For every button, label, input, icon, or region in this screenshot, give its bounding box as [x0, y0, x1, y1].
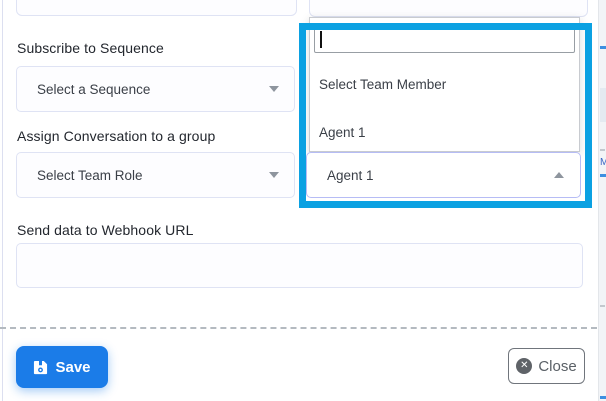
team-role-select[interactable]: Select Team Role [16, 152, 295, 198]
panel-left-edge [2, 0, 3, 401]
background-fragment [600, 149, 605, 151]
background-fragment [600, 396, 606, 399]
team-role-select-value: Select Team Role [37, 168, 143, 183]
background-fragment [600, 88, 606, 122]
sequence-select[interactable]: Select a Sequence [16, 66, 295, 112]
subscribe-sequence-label: Subscribe to Sequence [17, 40, 164, 56]
background-fragment [600, 46, 606, 49]
assign-group-label: Assign Conversation to a group [17, 128, 215, 144]
save-button[interactable]: Save [16, 346, 108, 388]
close-x-icon: ✕ [516, 358, 532, 374]
footer-divider [0, 327, 597, 329]
dropdown-option-agent-1[interactable]: Agent 1 [310, 118, 579, 146]
save-button-label: Save [55, 359, 90, 376]
webhook-url-label: Send data to Webhook URL [17, 222, 193, 238]
background-fragment [600, 305, 605, 307]
close-button-label: Close [538, 358, 576, 375]
team-member-select[interactable]: Agent 1 [306, 152, 581, 198]
save-icon [33, 360, 48, 375]
close-button[interactable]: ✕ Close [508, 348, 585, 384]
webhook-url-input[interactable] [16, 243, 583, 288]
background-fragment-text: M [600, 158, 606, 168]
top-right-field-partial[interactable] [309, 0, 588, 17]
chevron-down-icon [269, 86, 279, 92]
chevron-down-icon [269, 172, 279, 178]
team-member-dropdown-panel: Select Team Member Agent 1 [309, 17, 580, 152]
dropdown-option-select-team-member[interactable]: Select Team Member [310, 70, 579, 98]
background-page-strip: M [598, 0, 606, 401]
background-fragment [600, 174, 606, 177]
sequence-select-value: Select a Sequence [37, 82, 150, 97]
chevron-up-icon [554, 172, 564, 178]
text-cursor [320, 31, 322, 48]
team-member-search-input[interactable] [314, 26, 575, 53]
team-member-select-value: Agent 1 [327, 168, 374, 183]
top-left-field-partial[interactable] [16, 0, 297, 16]
assignment-settings-modal: Subscribe to Sequence Select a Sequence … [0, 0, 606, 401]
